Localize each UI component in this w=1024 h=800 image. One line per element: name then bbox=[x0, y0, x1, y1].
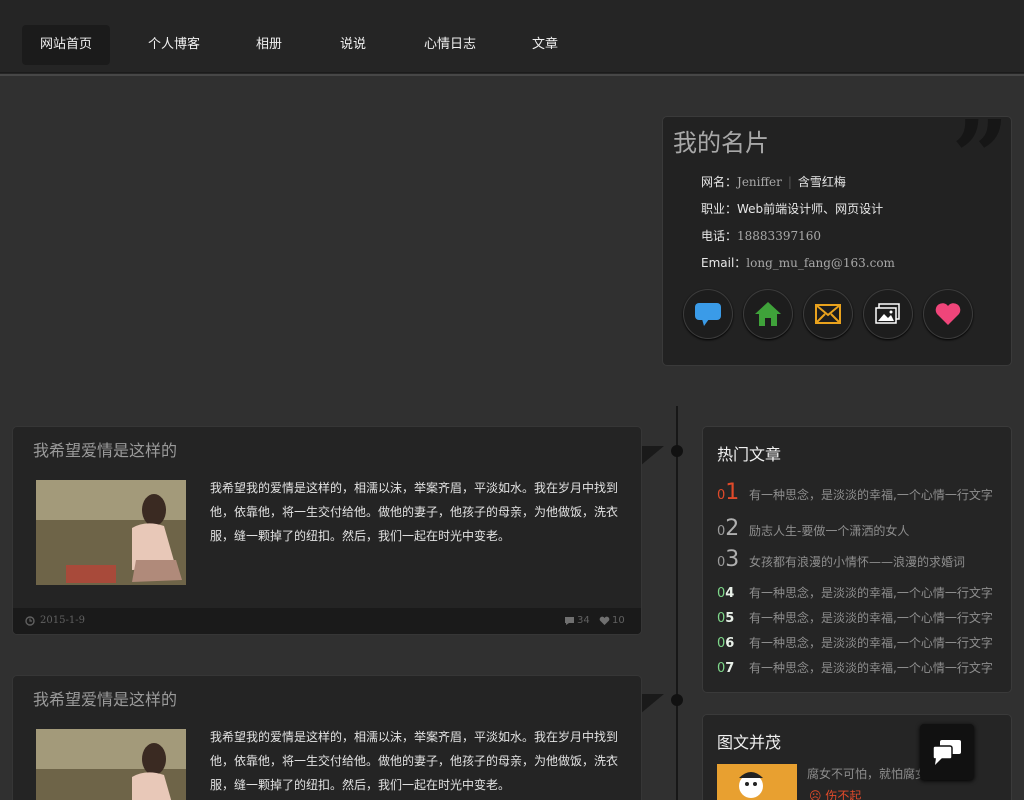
nav-item-album[interactable]: 相册 bbox=[246, 25, 292, 65]
hot-articles-title: 热门文章 bbox=[717, 445, 782, 464]
blog-post: 我希望爱情是这样的 我希望我的爱情是这样的，相濡以沫，举案齐眉，平淡如水。我在岁… bbox=[12, 675, 642, 800]
chat-icon bbox=[695, 303, 721, 326]
name-alt: 含雪红梅 bbox=[797, 175, 846, 189]
post-title[interactable]: 我希望爱情是这样的 bbox=[33, 437, 177, 461]
email-value: long_mu_fang@163.com bbox=[746, 256, 895, 270]
hot-articles-panel: 热门文章 01 有一种思念，是淡淡的幸福,一个心情一行文字 02 励志人生-要做一个… bbox=[702, 426, 1012, 693]
like-icon[interactable] bbox=[599, 616, 610, 626]
timeline-pointer bbox=[640, 446, 664, 466]
hot-article-link[interactable]: 有一种思念，是淡淡的幸福,一个心情一行文字 bbox=[749, 661, 993, 675]
image-text-title: 图文并茂 bbox=[717, 733, 782, 752]
sad-face-icon: ☹ bbox=[809, 789, 826, 800]
nav-divider bbox=[0, 72, 1024, 73]
nav-item-mood-diary[interactable]: 心情日志 bbox=[414, 25, 486, 65]
home-button[interactable] bbox=[743, 289, 793, 339]
pic-item-text[interactable]: 腐女不可怕，就怕腐女 bbox=[807, 765, 927, 782]
timeline-pointer bbox=[640, 694, 664, 714]
hot-article-link[interactable]: 女孩都有浪漫的小情怀——浪漫的求婚词 bbox=[749, 555, 965, 569]
hot-article-link[interactable]: 励志人生-要做一个潇洒的女人 bbox=[749, 524, 909, 538]
post-thumbnail[interactable] bbox=[36, 480, 186, 585]
hot-article-item[interactable]: 03 女孩都有浪漫的小情怀——浪漫的求婚词 bbox=[717, 547, 965, 572]
hot-article-link[interactable]: 有一种思念，是淡淡的幸福,一个心情一行文字 bbox=[749, 611, 993, 625]
timeline-dot bbox=[671, 694, 683, 706]
name-label: 网名： bbox=[701, 175, 738, 189]
hot-article-item[interactable]: 01 有一种思念，是淡淡的幸福,一个心情一行文字 bbox=[717, 480, 993, 505]
name-value: Jeniffer bbox=[737, 175, 782, 189]
nav-item-blog[interactable]: 个人博客 bbox=[138, 25, 210, 65]
card-title: 我的名片 bbox=[673, 129, 769, 157]
floating-chat-button[interactable] bbox=[920, 724, 974, 780]
nav-item-talk[interactable]: 说说 bbox=[330, 25, 376, 65]
heart-button[interactable] bbox=[923, 289, 973, 339]
mail-icon bbox=[815, 304, 841, 324]
name-separator: | bbox=[787, 175, 792, 189]
hot-article-item[interactable]: 04 有一种思念，是淡淡的幸福,一个心情一行文字 bbox=[717, 584, 993, 601]
blog-post: 我希望爱情是这样的 我希望我的爱情是这样的，相濡以沫，举案齐眉，平淡如水。我在岁… bbox=[12, 426, 642, 635]
post-date: 2015-1-9 bbox=[40, 615, 85, 626]
info-job-row: 职业：Web前端设计师、网页设计 bbox=[701, 200, 883, 217]
comment-count: 34 bbox=[577, 615, 590, 626]
top-navigation: 网站首页 个人博客 相册 说说 心情日志 文章 bbox=[0, 0, 1024, 76]
nav-item-articles[interactable]: 文章 bbox=[522, 25, 568, 65]
quote-mark-icon: ” bbox=[951, 98, 1009, 216]
gallery-icon bbox=[875, 303, 900, 324]
hot-article-item[interactable]: 05 有一种思念，是淡淡的幸福,一个心情一行文字 bbox=[717, 609, 993, 626]
pic-item-thumbnail[interactable] bbox=[717, 764, 797, 800]
mail-button[interactable] bbox=[803, 289, 853, 339]
gallery-button[interactable] bbox=[863, 289, 913, 339]
home-icon bbox=[755, 302, 781, 326]
info-name-row: 网名：Jeniffer | 含雪红梅 bbox=[701, 173, 846, 190]
hot-article-link[interactable]: 有一种思念，是淡淡的幸福,一个心情一行文字 bbox=[749, 586, 993, 600]
hot-article-item[interactable]: 07 有一种思念，是淡淡的幸福,一个心情一行文字 bbox=[717, 659, 993, 676]
comment-icon bbox=[565, 617, 574, 625]
chat-bubbles-icon bbox=[932, 740, 961, 765]
post-title[interactable]: 我希望爱情是这样的 bbox=[33, 686, 177, 710]
job-label: 职业： bbox=[701, 202, 738, 216]
email-label: Email： bbox=[701, 256, 747, 270]
hot-article-item[interactable]: 02 励志人生-要做一个潇洒的女人 bbox=[717, 516, 909, 541]
post-thumbnail[interactable] bbox=[36, 729, 186, 800]
post-excerpt: 我希望我的爱情是这样的，相濡以沫，举案齐眉，平淡如水。我在岁月中找到他，依靠他，… bbox=[210, 481, 619, 543]
hot-article-item[interactable]: 06 有一种思念，是淡淡的幸福,一个心情一行文字 bbox=[717, 634, 993, 651]
job-value: Web前端设计师、网页设计 bbox=[737, 202, 884, 216]
timeline-line bbox=[676, 406, 678, 800]
heart-icon bbox=[935, 303, 961, 325]
chat-button[interactable] bbox=[683, 289, 733, 339]
pic-item-tag: ☹ 伤不起 bbox=[809, 787, 861, 800]
like-count: 10 bbox=[612, 615, 625, 626]
phone-value: 18883397160 bbox=[737, 229, 821, 243]
hot-article-link[interactable]: 有一种思念，是淡淡的幸福,一个心情一行文字 bbox=[749, 488, 993, 502]
phone-label: 电话： bbox=[701, 229, 738, 243]
post-excerpt: 我希望我的爱情是这样的，相濡以沫，举案齐眉，平淡如水。我在岁月中找到他，依靠他，… bbox=[210, 730, 619, 792]
info-phone-row: 电话：18883397160 bbox=[701, 227, 821, 244]
business-card: ” 我的名片 网名：Jeniffer | 含雪红梅 职业：Web前端设计师、网页设计… bbox=[662, 107, 1012, 366]
info-email-row: Email：long_mu_fang@163.com bbox=[701, 254, 895, 271]
hot-article-link[interactable]: 有一种思念，是淡淡的幸福,一个心情一行文字 bbox=[749, 636, 993, 650]
timeline-dot bbox=[671, 445, 683, 457]
clock-icon bbox=[25, 616, 35, 626]
post-footer: 2015-1-9 34 10 bbox=[13, 608, 641, 634]
nav-item-home[interactable]: 网站首页 bbox=[22, 25, 110, 65]
